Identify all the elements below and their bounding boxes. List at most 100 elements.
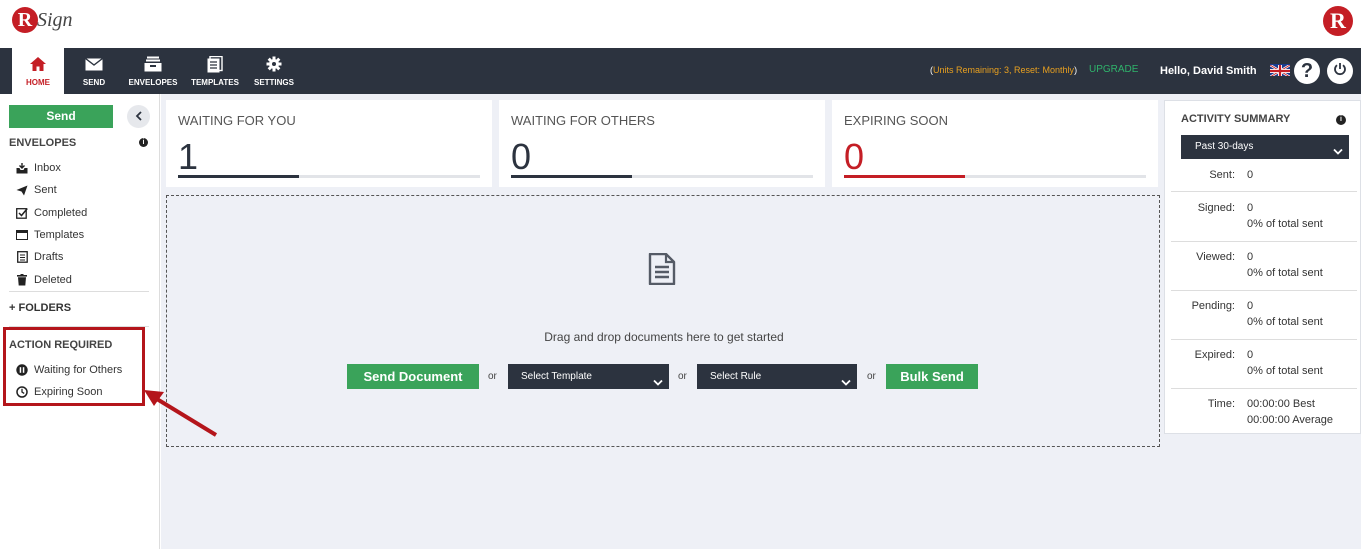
- drafts-icon: [16, 251, 28, 263]
- activity-title: ACTIVITY SUMMARY: [1181, 113, 1291, 125]
- units-remaining: (Units Remaining: 3, Reset: Monthly): [930, 65, 1078, 75]
- metric-time: Time: 00:00:00 Best 00:00:00 Average: [1171, 398, 1357, 432]
- uk-flag-icon[interactable]: [1270, 64, 1290, 76]
- collapse-sidebar-button[interactable]: [127, 105, 150, 128]
- folders-toggle[interactable]: + FOLDERS: [9, 302, 71, 314]
- stat-progress-fill: [844, 175, 965, 178]
- trash-icon: [16, 274, 28, 286]
- units-text: Units Remaining: 3, Reset: Monthly: [933, 65, 1075, 75]
- document-icon: [648, 252, 676, 290]
- paper-plane-icon: [16, 184, 28, 196]
- chevron-down-icon: [1333, 142, 1343, 166]
- or-separator: or: [488, 371, 497, 382]
- metric-label: Signed:: [1197, 202, 1235, 214]
- home-icon: [29, 55, 47, 73]
- plus-icon: +: [9, 302, 16, 314]
- nav-send-label: SEND: [82, 78, 106, 87]
- stat-label: WAITING FOR OTHERS: [511, 113, 655, 128]
- upgrade-link[interactable]: UPGRADE: [1089, 64, 1138, 75]
- metric-sent: Sent: 0: [1171, 169, 1357, 192]
- stat-card-waiting-for-others[interactable]: WAITING FOR OTHERS 0: [499, 100, 825, 187]
- sidebar-item-drafts[interactable]: Drafts: [16, 251, 63, 263]
- metric-value: 0: [1247, 349, 1254, 361]
- metric-label: Expired:: [1194, 349, 1235, 361]
- sidebar-item-label: Drafts: [34, 251, 64, 263]
- sidebar-item-templates[interactable]: Templates: [16, 229, 84, 241]
- nav-send[interactable]: SEND: [68, 48, 120, 94]
- sidebar-item-label: Deleted: [34, 274, 72, 286]
- sidebar-item-sent[interactable]: Sent: [16, 184, 57, 196]
- metric-label: Viewed:: [1196, 251, 1235, 263]
- nav-home[interactable]: HOME: [12, 48, 64, 94]
- stat-card-waiting-for-you[interactable]: WAITING FOR YOU 1: [166, 100, 492, 187]
- info-icon[interactable]: i: [139, 138, 148, 147]
- metric-sub: 0% of total sent: [1247, 267, 1323, 279]
- nav-settings-label: SETTINGS: [253, 78, 294, 87]
- metric-value: 0: [1247, 300, 1254, 312]
- brand-logo[interactable]: R Sign: [12, 7, 73, 33]
- or-separator: or: [867, 371, 876, 382]
- sidebar-item-inbox[interactable]: Inbox: [16, 162, 61, 174]
- sidebar-divider: [9, 291, 149, 292]
- stat-value: 0: [511, 136, 532, 177]
- stat-card-expiring-soon[interactable]: EXPIRING SOON 0: [832, 100, 1158, 187]
- folders-label: FOLDERS: [18, 302, 72, 314]
- stat-value: 1: [178, 136, 199, 177]
- inbox-tray-icon: [144, 55, 162, 73]
- nav-home-label: HOME: [26, 78, 50, 87]
- stat-progress: [511, 175, 813, 178]
- chevron-down-icon: [653, 372, 663, 397]
- nav-settings[interactable]: SETTINGS: [248, 48, 300, 94]
- chevron-down-icon: [841, 372, 851, 397]
- sidebar-item-label: Sent: [34, 184, 57, 196]
- stat-progress-fill: [178, 175, 299, 178]
- nav-envelopes-label: ENVELOPES: [128, 78, 178, 87]
- stat-progress: [844, 175, 1146, 178]
- send-button[interactable]: Send: [9, 105, 113, 128]
- period-dropdown[interactable]: Past 30-days: [1181, 135, 1349, 159]
- help-button[interactable]: ?: [1294, 58, 1320, 84]
- metric-label: Sent:: [1209, 169, 1235, 181]
- select-template-label: Select Template: [521, 371, 592, 382]
- metric-expired: Expired: 0 0% of total sent: [1171, 349, 1357, 389]
- power-icon: [1333, 62, 1347, 81]
- logout-button[interactable]: [1327, 58, 1353, 84]
- main-nav: HOME SEND ENVELOPES TEMPLATES SETTINGS (…: [0, 48, 1361, 94]
- main-content: WAITING FOR YOU 1 WAITING FOR OTHERS 0 E…: [161, 94, 1361, 549]
- sidebar-item-label: Completed: [34, 207, 88, 219]
- select-template-dropdown[interactable]: Select Template: [508, 364, 669, 389]
- document-dropzone[interactable]: Drag and drop documents here to get star…: [166, 195, 1160, 447]
- period-label: Past 30-days: [1195, 141, 1254, 152]
- greeting-text: Hello,: [1160, 65, 1194, 77]
- metric-sub: 0% of total sent: [1247, 218, 1323, 230]
- dropzone-prompt: Drag and drop documents here to get star…: [544, 330, 784, 344]
- inbox-icon: [16, 162, 28, 174]
- templates-icon: [207, 55, 223, 73]
- checkbox-checked-icon: [16, 207, 28, 219]
- brand-initial: R: [12, 7, 38, 33]
- metric-sub: 00:00:00 Average: [1247, 414, 1334, 426]
- info-icon[interactable]: i: [1336, 115, 1346, 125]
- sidebar-item-label: Templates: [34, 229, 85, 241]
- metric-value: 0: [1247, 251, 1254, 263]
- send-document-button[interactable]: Send Document: [347, 364, 479, 389]
- sidebar-item-deleted[interactable]: Deleted: [16, 274, 72, 286]
- metric-value: 00:00:00 Best: [1247, 398, 1315, 410]
- stat-label: WAITING FOR YOU: [178, 113, 296, 128]
- metric-label: Pending:: [1191, 300, 1235, 312]
- sidebar-item-completed[interactable]: Completed: [16, 207, 87, 219]
- envelope-icon: [85, 55, 103, 73]
- nav-templates[interactable]: TEMPLATES: [186, 48, 244, 94]
- activity-summary-panel: ACTIVITY SUMMARY i Past 30-days Sent: 0 …: [1164, 100, 1361, 434]
- metric-sub: 0% of total sent: [1247, 316, 1323, 328]
- user-name: David Smith: [1193, 65, 1257, 77]
- select-rule-dropdown[interactable]: Select Rule: [697, 364, 857, 389]
- nav-templates-label: TEMPLATES: [191, 78, 239, 87]
- sidebar-item-label: Inbox: [34, 162, 61, 174]
- nav-envelopes[interactable]: ENVELOPES: [124, 48, 182, 94]
- chevron-left-icon: [135, 108, 143, 126]
- brand-name: Sign: [37, 8, 73, 31]
- annotation-highlight-box: [3, 327, 145, 406]
- bulk-send-button[interactable]: Bulk Send: [886, 364, 978, 389]
- metric-signed: Signed: 0 0% of total sent: [1171, 202, 1357, 242]
